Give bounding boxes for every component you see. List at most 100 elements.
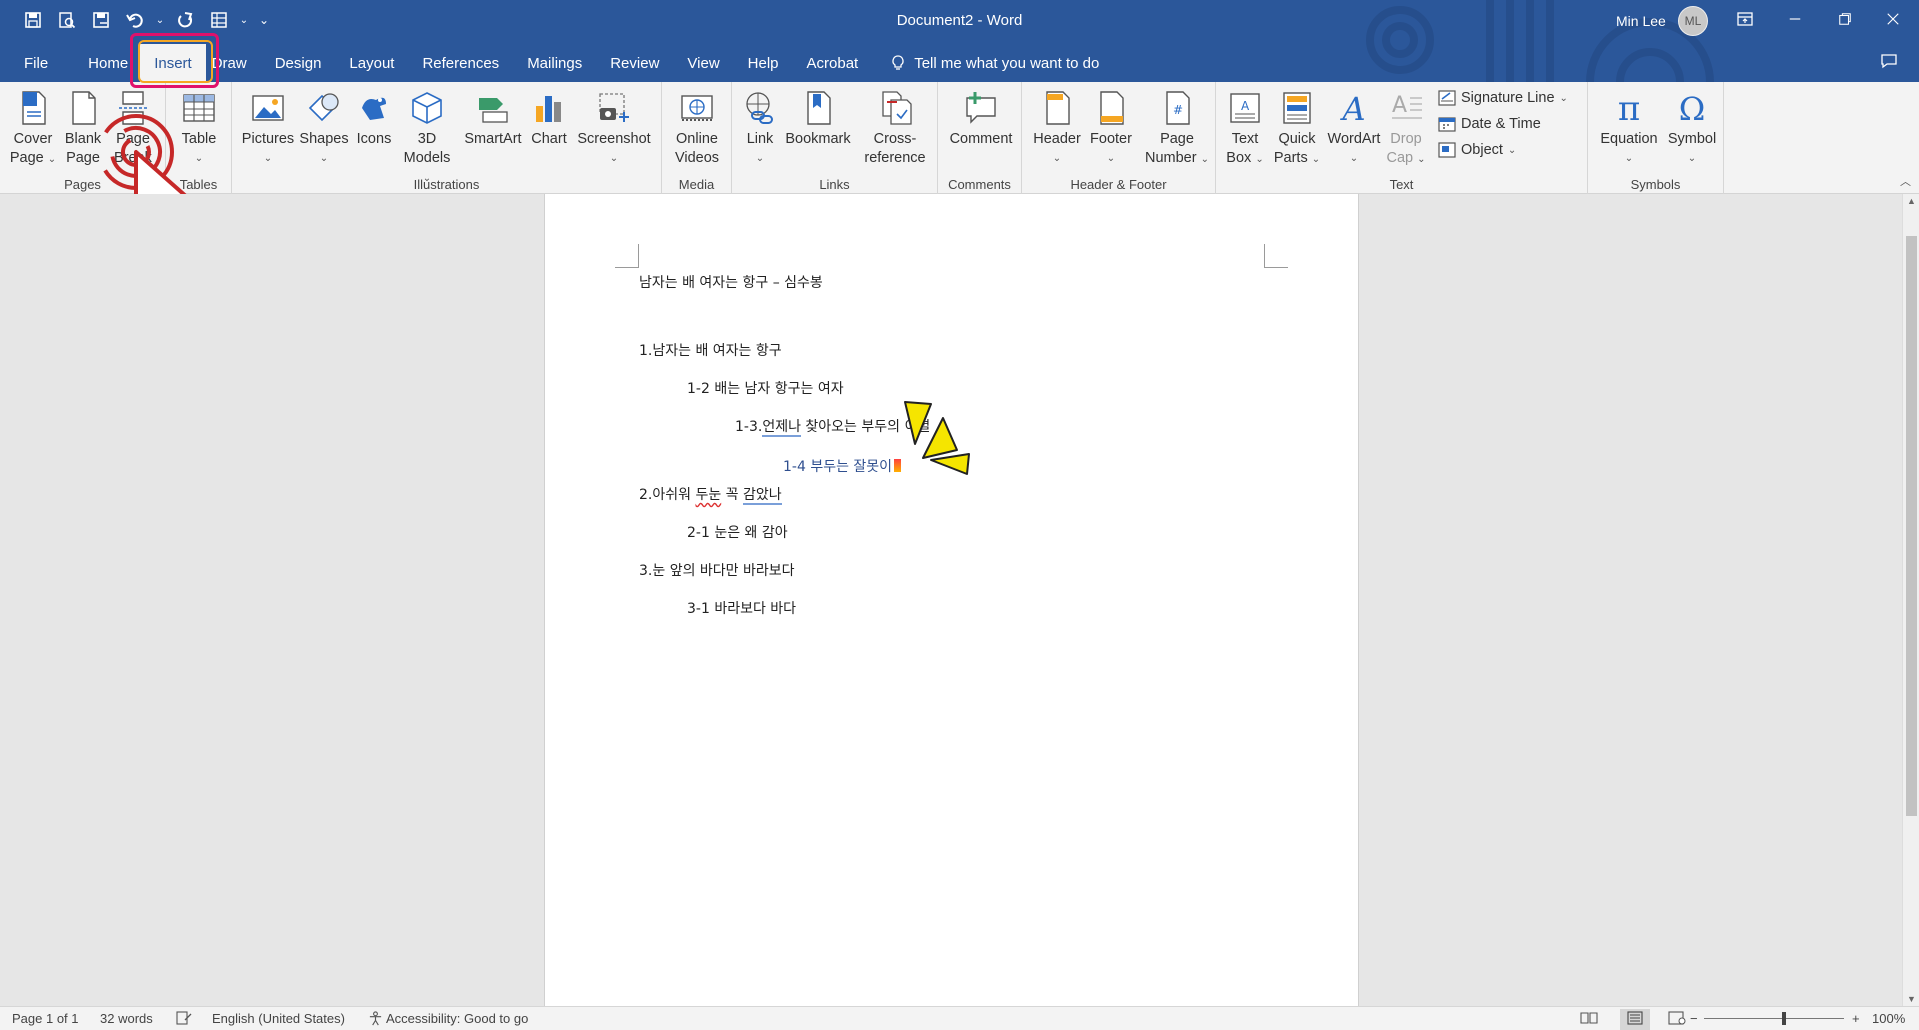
user-name[interactable]: Min Lee — [1616, 13, 1666, 29]
calendar-icon — [1438, 117, 1456, 132]
signature-line-icon — [1438, 90, 1456, 106]
word-count[interactable]: 32 words — [100, 1011, 153, 1026]
chevron-down-icon: ⌄ — [1200, 154, 1209, 165]
pictures-button[interactable]: Pictures ⌄ — [240, 88, 296, 168]
scroll-up-icon[interactable]: ▲ — [1903, 196, 1919, 206]
tell-me-search[interactable]: Tell me what you want to do — [872, 44, 1099, 82]
zoom-level[interactable]: 100% — [1872, 1011, 1905, 1026]
vertical-scrollbar[interactable]: ▲ ▼ — [1902, 194, 1919, 1006]
smartart-button[interactable]: SmartArt — [460, 88, 526, 149]
symbol-button[interactable]: Ω Symbol ⌄ — [1664, 88, 1720, 168]
object-button[interactable]: Object ⌄ — [1438, 138, 1516, 162]
drop-cap-button[interactable]: A Drop Cap ⌄ — [1386, 88, 1426, 169]
insert-highlight-inner — [138, 40, 213, 83]
smartart-icon — [460, 88, 526, 128]
3d-models-button[interactable]: 3D Models ⌄ — [398, 88, 456, 188]
group-label-links: Links — [819, 177, 850, 192]
language[interactable]: English (United States) — [212, 1011, 345, 1026]
tab-mailings[interactable]: Mailings — [513, 44, 596, 82]
collapse-ribbon-icon[interactable]: ︿ — [1900, 173, 1911, 189]
comment-button[interactable]: Comment — [946, 88, 1016, 149]
chevron-down-icon: ⌄ — [1106, 153, 1116, 164]
equation-button[interactable]: π Equation ⌄ — [1594, 88, 1664, 168]
chevron-down-icon: ⌄ — [755, 153, 765, 164]
status-bar: Page 1 of 1 32 words English (United Sta… — [0, 1006, 1919, 1030]
cross-reference-button[interactable]: Cross- reference — [858, 88, 932, 168]
group-illustrations: Pictures ⌄ Shapes ⌄ Icons 3D Models ⌄ Sm… — [232, 82, 662, 194]
wordart-icon: A — [1324, 88, 1384, 128]
icons-button[interactable]: Icons — [352, 88, 396, 149]
zoom-slider[interactable] — [1704, 1018, 1844, 1019]
comments-icon[interactable] — [1880, 52, 1898, 75]
page-number-icon: # — [1142, 88, 1212, 128]
footer-button[interactable]: Footer ⌄ — [1084, 88, 1138, 168]
group-header-footer: Header ⌄ Footer ⌄ # Page Number ⌄ Header… — [1022, 82, 1216, 194]
zoom-out-button[interactable]: − — [1690, 1011, 1698, 1026]
chevron-down-icon: ⌄ — [1349, 153, 1359, 164]
document-page[interactable]: 남자는 배 여자는 항구 – 심수봉 1.남자는 배 여자는 항구 1-2 배는… — [544, 194, 1359, 1006]
chevron-down-icon: ⌄ — [1559, 92, 1568, 104]
paragraph[interactable]: 1-3.언제나 찾아오는 부두의 이별 — [735, 416, 930, 437]
date-time-button[interactable]: Date & Time — [1438, 112, 1541, 136]
paragraph[interactable]: 2-1 눈은 왜 감아 — [687, 522, 788, 542]
tab-design[interactable]: Design — [261, 44, 336, 82]
paragraph-current[interactable]: 1-4 부두는 잘못이 — [783, 456, 902, 476]
header-button[interactable]: Header ⌄ — [1030, 88, 1084, 168]
accessibility-icon — [369, 1011, 382, 1026]
paragraph[interactable]: 3.눈 앞의 바다만 바라보다 — [639, 560, 795, 580]
online-videos-button[interactable]: Online Videos — [670, 88, 724, 168]
pi-icon: π — [1594, 88, 1664, 128]
zoom-slider-thumb[interactable] — [1782, 1012, 1786, 1025]
chevron-down-icon: ⌄ — [47, 154, 57, 165]
print-layout-icon[interactable] — [1620, 1009, 1650, 1030]
paragraph[interactable]: 1-2 배는 남자 항구는 여자 — [687, 378, 844, 398]
cross-reference-icon — [858, 88, 932, 128]
group-links: Link ⌄ Bookmark Cross- reference Links — [732, 82, 938, 194]
web-layout-icon[interactable] — [1668, 1011, 1686, 1028]
accessibility-status[interactable]: Accessibility: Good to go — [368, 1011, 528, 1026]
tab-file[interactable]: File — [0, 44, 72, 82]
svg-text:π: π — [1618, 90, 1640, 126]
paragraph[interactable]: 1.남자는 배 여자는 항구 — [639, 340, 782, 360]
close-icon[interactable] — [1870, 4, 1916, 34]
signature-line-button[interactable]: Signature Line ⌄ — [1438, 86, 1568, 110]
page-count[interactable]: Page 1 of 1 — [12, 1011, 79, 1026]
svg-text:A: A — [1392, 93, 1407, 118]
document-title-line[interactable]: 남자는 배 여자는 항구 – 심수봉 — [639, 272, 823, 292]
scrollbar-thumb[interactable] — [1906, 236, 1917, 816]
tab-layout[interactable]: Layout — [335, 44, 408, 82]
cover-page-button[interactable]: Cover Page ⌄ — [8, 88, 58, 169]
cube-icon — [398, 88, 456, 128]
restore-icon[interactable] — [1822, 4, 1868, 34]
paragraph[interactable]: 3-1 바라보다 바다 — [687, 598, 796, 618]
ribbon-display-options-icon[interactable] — [1722, 4, 1768, 34]
paragraph[interactable]: 2.아쉬워 두눈 꼭 감았나 — [639, 484, 782, 505]
zoom-in-button[interactable]: + — [1852, 1011, 1860, 1026]
quick-parts-button[interactable]: Quick Parts ⌄ — [1272, 88, 1322, 169]
proofing-icon[interactable] — [176, 1011, 192, 1028]
tab-references[interactable]: References — [408, 44, 513, 82]
screenshot-button[interactable]: Screenshot ⌄ — [572, 88, 656, 168]
wordart-button[interactable]: A WordArt ⌄ — [1324, 88, 1384, 168]
screenshot-icon — [572, 88, 656, 128]
object-icon — [1438, 142, 1456, 158]
scroll-down-icon[interactable]: ▼ — [1903, 994, 1919, 1004]
chart-button[interactable]: Chart — [528, 88, 570, 149]
group-label-header-footer: Header & Footer — [1070, 177, 1167, 192]
avatar[interactable]: ML — [1678, 6, 1708, 36]
bookmark-button[interactable]: Bookmark — [782, 88, 854, 149]
tab-help[interactable]: Help — [734, 44, 793, 82]
group-symbols: π Equation ⌄ Ω Symbol ⌄ Symbols — [1588, 82, 1724, 194]
chevron-down-icon: ⌄ — [319, 153, 329, 164]
minimize-icon[interactable] — [1772, 4, 1818, 34]
tab-review[interactable]: Review — [596, 44, 673, 82]
link-button[interactable]: Link ⌄ — [740, 88, 780, 168]
tab-acrobat[interactable]: Acrobat — [793, 44, 873, 82]
tab-view[interactable]: View — [673, 44, 733, 82]
shapes-button[interactable]: Shapes ⌄ — [298, 88, 350, 168]
group-comments: Comment Comments — [938, 82, 1022, 194]
read-mode-icon[interactable] — [1580, 1011, 1598, 1028]
chart-icon — [528, 88, 570, 128]
text-box-button[interactable]: A Text Box ⌄ — [1220, 88, 1270, 169]
page-number-button[interactable]: # Page Number ⌄ — [1142, 88, 1212, 169]
